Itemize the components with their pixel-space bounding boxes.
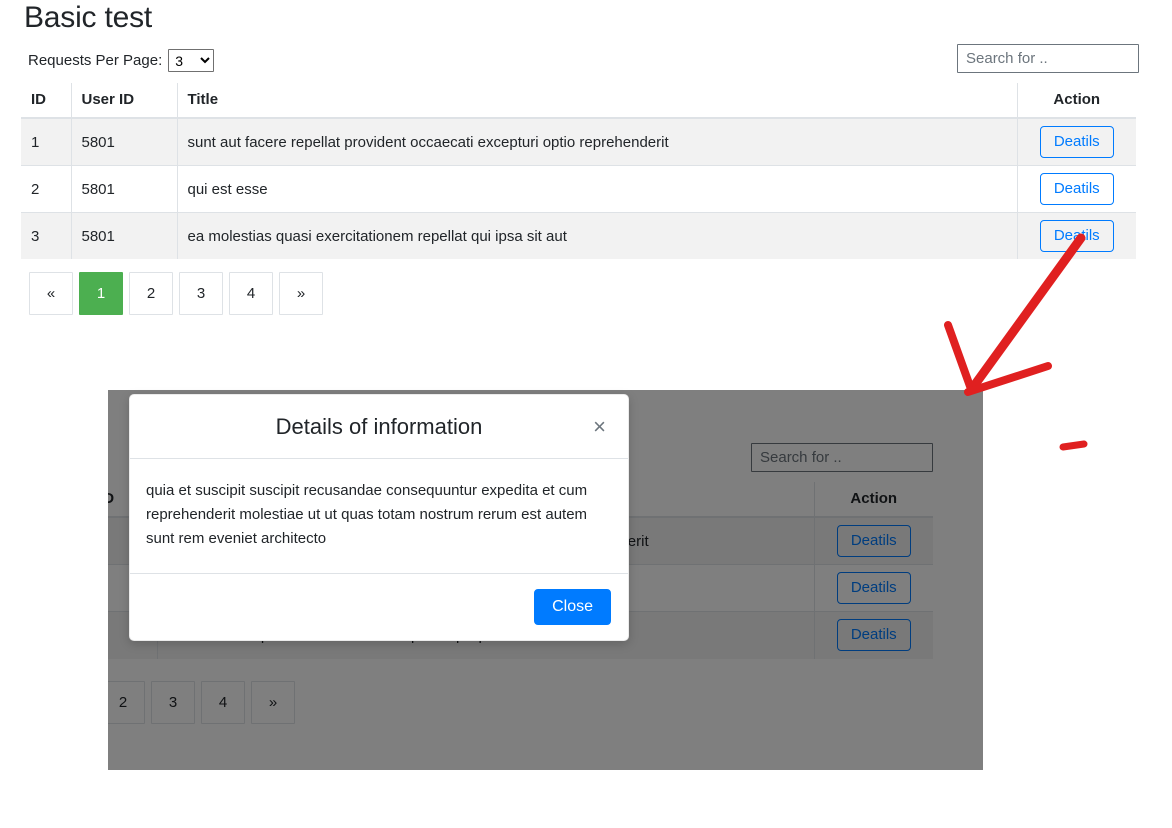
column-header-user-id: User ID xyxy=(71,83,178,119)
requests-table: ID User ID Title Action 1 5801 sunt aut … xyxy=(21,83,1136,259)
pagination-page-4[interactable]: 4 xyxy=(229,272,273,315)
cell-action: Deatils xyxy=(1017,165,1136,213)
pagination-page-3[interactable]: 3 xyxy=(179,272,223,315)
backdrop-cell-action: Deatils xyxy=(814,611,933,659)
backdrop-details-button: Deatils xyxy=(836,525,911,557)
cell-title: ea molestias quasi exercitationem repell… xyxy=(177,212,1018,259)
details-button[interactable]: Deatils xyxy=(1039,220,1114,252)
backdrop-column-header-action: Action xyxy=(814,482,933,518)
cell-action: Deatils xyxy=(1017,212,1136,259)
table-head: ID User ID Title Action xyxy=(21,83,1136,119)
cell-id: 1 xyxy=(21,117,72,166)
backdrop-cell-action: Deatils xyxy=(814,516,933,565)
cell-user-id: 5801 xyxy=(71,212,178,259)
details-button[interactable]: Deatils xyxy=(1039,173,1114,205)
requests-per-page-select[interactable]: 3 xyxy=(168,49,215,72)
pagination: « 1 2 3 4 » xyxy=(29,272,323,315)
table-row: 2 5801 qui est esse Deatils xyxy=(21,165,1136,213)
pagination-prev-button[interactable]: « xyxy=(29,272,73,315)
table-body: 1 5801 sunt aut facere repellat providen… xyxy=(21,117,1136,259)
backdrop-pagination: « 1 2 3 4 » xyxy=(108,681,295,724)
backdrop-pagination-next: » xyxy=(251,681,295,724)
requests-per-page-control: Requests Per Page: 3 xyxy=(28,49,215,72)
backdrop-pagination-page-4: 4 xyxy=(201,681,245,724)
backdrop-pagination-page-3: 3 xyxy=(151,681,195,724)
modal-close-button[interactable]: Close xyxy=(534,589,611,625)
pagination-next-button[interactable]: » xyxy=(279,272,323,315)
modal-header: Details of information × xyxy=(130,395,628,459)
cell-title: sunt aut facere repellat provident occae… xyxy=(177,117,1018,166)
cell-title: qui est esse xyxy=(177,165,1018,213)
backdrop-search-input xyxy=(751,443,933,472)
close-icon[interactable]: × xyxy=(587,412,612,442)
search-input[interactable] xyxy=(957,44,1139,73)
modal-title: Details of information xyxy=(275,413,483,439)
cell-user-id: 5801 xyxy=(71,165,178,213)
backdrop-details-button: Deatils xyxy=(836,572,911,604)
table-row: 3 5801 ea molestias quasi exercitationem… xyxy=(21,212,1136,259)
pagination-page-1[interactable]: 1 xyxy=(79,272,123,315)
requests-per-page-label: Requests Per Page: xyxy=(28,51,163,69)
table-header-row: ID User ID Title Action xyxy=(21,83,1136,119)
column-header-id: ID xyxy=(21,83,72,119)
details-modal: Details of information × quia et suscipi… xyxy=(129,394,629,641)
cell-user-id: 5801 xyxy=(71,117,178,166)
table-row: 1 5801 sunt aut facere repellat providen… xyxy=(21,117,1136,166)
page-title: Basic test xyxy=(24,1,153,34)
column-header-action: Action xyxy=(1017,83,1136,119)
modal-footer: Close xyxy=(130,574,628,640)
pagination-page-2[interactable]: 2 xyxy=(129,272,173,315)
column-header-title: Title xyxy=(177,83,1018,119)
cell-id: 2 xyxy=(21,165,72,213)
app-page: Basic test Requests Per Page: 3 ID User … xyxy=(0,0,1172,828)
backdrop-cell-action: Deatils xyxy=(814,564,933,612)
cell-id: 3 xyxy=(21,212,72,259)
details-button[interactable]: Deatils xyxy=(1039,126,1114,158)
cell-action: Deatils xyxy=(1017,117,1136,166)
modal-body-text: quia et suscipit suscipit recusandae con… xyxy=(130,459,628,574)
backdrop-details-button: Deatils xyxy=(836,619,911,652)
backdrop-pagination-page-2: 2 xyxy=(108,681,145,724)
